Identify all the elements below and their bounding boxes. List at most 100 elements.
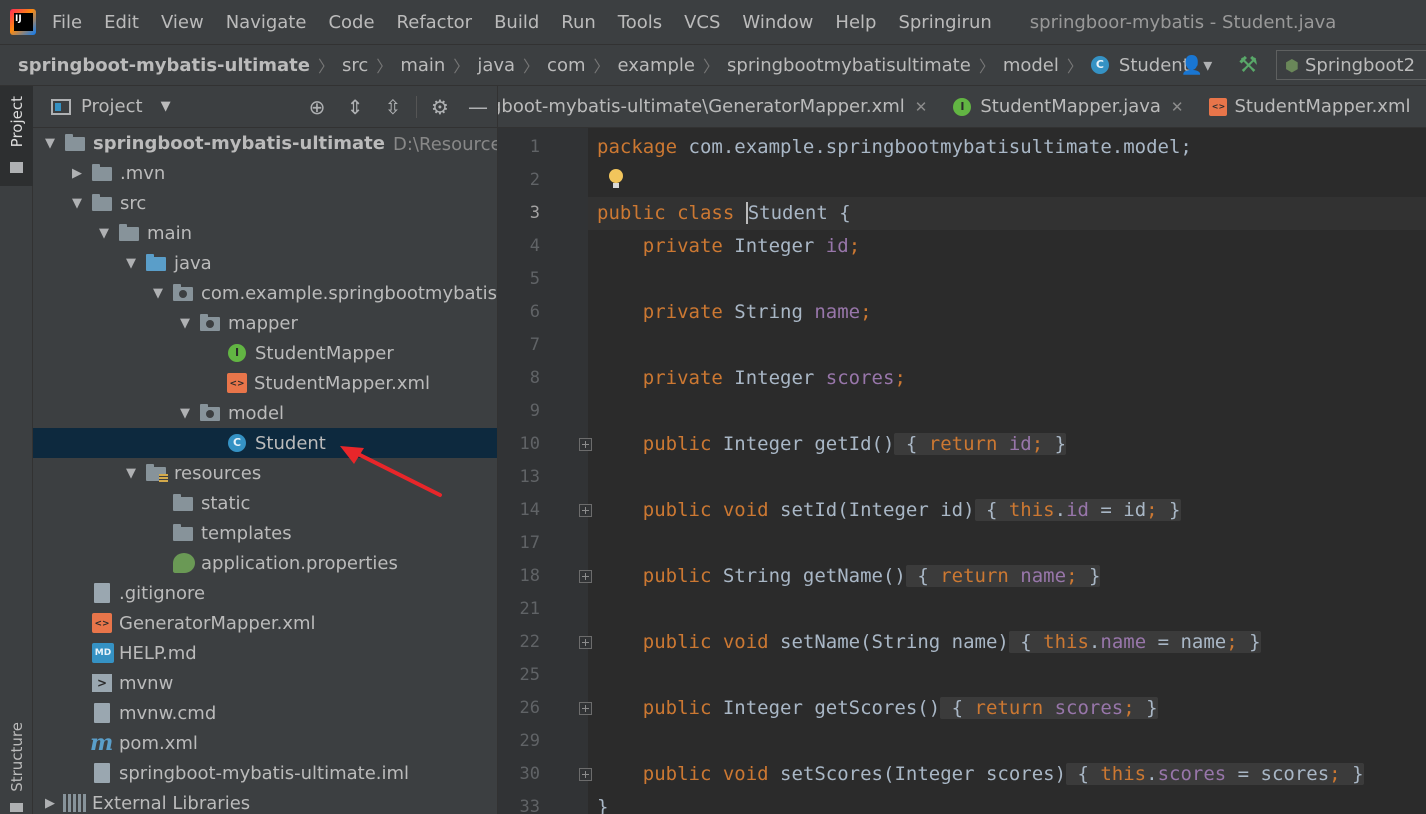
fold-expand-icon[interactable] bbox=[579, 504, 592, 517]
code-line: 21 bbox=[520, 593, 1426, 626]
tab-generatormapper-xml[interactable]: gboot-mybatis-ultimate\GeneratorMapper.x… bbox=[498, 86, 939, 127]
structure-tool-button[interactable]: Structure bbox=[0, 714, 33, 814]
menu-edit[interactable]: Edit bbox=[104, 12, 139, 33]
tree-item-mvnw[interactable]: > mvnw bbox=[33, 668, 497, 698]
tree-item-mvn[interactable]: ▶ .mvn bbox=[33, 158, 497, 188]
gear-icon[interactable]: ⚙ bbox=[421, 95, 459, 119]
chevron-down-icon[interactable]: ▼ bbox=[122, 256, 140, 271]
chevron-down-icon[interactable]: ▼ bbox=[122, 466, 140, 481]
menu-springirun[interactable]: Springirun bbox=[898, 12, 991, 33]
tree-item-main[interactable]: ▼ main bbox=[33, 218, 497, 248]
breadcrumb-class[interactable]: C Student bbox=[1090, 55, 1190, 76]
breadcrumb-package[interactable]: springbootmybatisultimate bbox=[727, 55, 971, 76]
tree-item-help-md[interactable]: MD HELP.md bbox=[33, 638, 497, 668]
expand-all-icon[interactable]: ⇕ bbox=[336, 95, 374, 119]
structure-tool-icon bbox=[10, 803, 23, 812]
chevron-down-icon[interactable]: ▼ bbox=[149, 286, 167, 301]
code-line: 17 bbox=[520, 527, 1426, 560]
menu-file[interactable]: File bbox=[52, 12, 82, 33]
chevron-down-icon[interactable]: ▼ bbox=[176, 406, 194, 421]
menu-view[interactable]: View bbox=[161, 12, 204, 33]
tab-studentmapper-xml[interactable]: <> StudentMapper.xml bbox=[1195, 86, 1422, 127]
code-line: 9 bbox=[530, 395, 1426, 428]
menu-navigate[interactable]: Navigate bbox=[226, 12, 307, 33]
menu-vcs[interactable]: VCS bbox=[684, 12, 720, 33]
line-number: 21 bbox=[519, 599, 540, 619]
build-hammer-icon[interactable]: ⚒ bbox=[1238, 53, 1258, 78]
chevron-down-icon[interactable]: ▼ bbox=[68, 196, 86, 211]
menu-tools[interactable]: Tools bbox=[618, 12, 662, 33]
tree-item-mapper[interactable]: ▼ mapper bbox=[33, 308, 497, 338]
line-number: 29 bbox=[519, 731, 540, 751]
project-tool-button[interactable]: Project bbox=[0, 86, 33, 186]
hide-panel-icon[interactable]: — bbox=[459, 95, 497, 119]
breadcrumb-model[interactable]: model bbox=[1003, 55, 1059, 76]
code-line: 30 public void setScores(Integer scores)… bbox=[520, 758, 1426, 791]
tree-item-iml[interactable]: springboot-mybatis-ultimate.iml bbox=[33, 758, 497, 788]
tree-item-templates[interactable]: templates bbox=[33, 518, 497, 548]
fold-expand-icon[interactable] bbox=[579, 768, 592, 781]
code-line: 18 public String getName() { return name… bbox=[520, 560, 1426, 593]
menu-run[interactable]: Run bbox=[561, 12, 596, 33]
tree-item-application-properties[interactable]: application.properties bbox=[33, 548, 497, 578]
fold-expand-icon[interactable] bbox=[579, 570, 592, 583]
tree-item-project-root[interactable]: ▼ springboot-mybatis-ultimate D:\Resourc… bbox=[33, 128, 497, 158]
tree-item-generatormapper-xml[interactable]: <> GeneratorMapper.xml bbox=[33, 608, 497, 638]
tree-item-package[interactable]: ▼ com.example.springbootmybatisu bbox=[33, 278, 497, 308]
menu-code[interactable]: Code bbox=[328, 12, 374, 33]
menu-help[interactable]: Help bbox=[835, 12, 876, 33]
chevron-down-icon[interactable]: ▼ bbox=[176, 316, 194, 331]
close-icon[interactable]: ✕ bbox=[1171, 98, 1184, 116]
tree-item-model[interactable]: ▼ model bbox=[33, 398, 497, 428]
breadcrumb-java[interactable]: java bbox=[477, 55, 515, 76]
breadcrumb-com[interactable]: com bbox=[547, 55, 585, 76]
breadcrumb-project[interactable]: springboot-mybatis-ultimate bbox=[18, 55, 310, 76]
tree-item-studentmapper-xml[interactable]: <> StudentMapper.xml bbox=[33, 368, 497, 398]
code-text: public void setScores(Integer scores) { … bbox=[642, 763, 1364, 785]
line-number: 13 bbox=[519, 467, 540, 487]
fold-expand-icon[interactable] bbox=[579, 636, 592, 649]
tab-studentmapper-java[interactable]: I StudentMapper.java ✕ bbox=[939, 86, 1195, 127]
user-icon[interactable]: 👤▾ bbox=[1181, 55, 1212, 76]
class-icon: C bbox=[228, 434, 246, 452]
package-icon bbox=[200, 404, 220, 421]
code-text: private Integer id; bbox=[642, 235, 861, 257]
breadcrumb-src[interactable]: src bbox=[342, 55, 368, 76]
tree-item-pom-xml[interactable]: m pom.xml bbox=[33, 728, 497, 758]
chevron-right-icon[interactable]: ▶ bbox=[41, 796, 59, 811]
breadcrumb-example[interactable]: example bbox=[618, 55, 695, 76]
tree-item-mvnw-cmd[interactable]: mvnw.cmd bbox=[33, 698, 497, 728]
tab-label: gboot-mybatis-ultimate\GeneratorMapper.x… bbox=[498, 96, 905, 117]
tree-item-gitignore[interactable]: .gitignore bbox=[33, 578, 497, 608]
code-area[interactable]: 1 package com.example.springbootmybatisu… bbox=[520, 128, 1426, 814]
menu-window[interactable]: Window bbox=[742, 12, 813, 33]
run-config-selector[interactable]: ⬢ Springboot2 bbox=[1276, 50, 1426, 80]
tree-item-label: .mvn bbox=[120, 162, 166, 184]
tree-item-label: mapper bbox=[228, 312, 298, 334]
chevron-right-icon[interactable]: ▶ bbox=[68, 166, 86, 181]
chevron-down-icon[interactable]: ▼ bbox=[41, 136, 59, 151]
tree-item-java[interactable]: ▼ java bbox=[33, 248, 497, 278]
locate-file-icon[interactable]: ⊕ bbox=[298, 95, 336, 119]
menu-build[interactable]: Build bbox=[494, 12, 539, 33]
menu-refactor[interactable]: Refactor bbox=[397, 12, 473, 33]
project-panel-header: Project ▼ ⊕ ⇕ ⇳ ⚙ — bbox=[33, 86, 497, 128]
tree-item-external-libraries[interactable]: ▶ External Libraries bbox=[33, 788, 497, 814]
lightbulb-icon[interactable] bbox=[608, 169, 624, 191]
breadcrumb-separator: 〉 bbox=[1066, 57, 1083, 76]
collapse-all-icon[interactable]: ⇳ bbox=[374, 95, 412, 119]
close-icon[interactable]: ✕ bbox=[915, 98, 928, 116]
resources-folder-icon bbox=[146, 464, 168, 483]
chevron-down-icon[interactable]: ▼ bbox=[161, 99, 171, 114]
tree-item-src[interactable]: ▼ src bbox=[33, 188, 497, 218]
chevron-down-icon[interactable]: ▼ bbox=[95, 226, 113, 241]
fold-expand-icon[interactable] bbox=[579, 702, 592, 715]
project-panel-title[interactable]: Project bbox=[81, 96, 143, 117]
tree-item-studentmapper[interactable]: I StudentMapper bbox=[33, 338, 497, 368]
code-line: 26 public Integer getScores() { return s… bbox=[520, 692, 1426, 725]
code-text: public String getName() { return name; } bbox=[642, 565, 1101, 587]
line-number: 14 bbox=[519, 500, 540, 520]
fold-expand-icon[interactable] bbox=[579, 438, 592, 451]
line-number: 5 bbox=[529, 269, 540, 289]
breadcrumb-main[interactable]: main bbox=[400, 55, 445, 76]
